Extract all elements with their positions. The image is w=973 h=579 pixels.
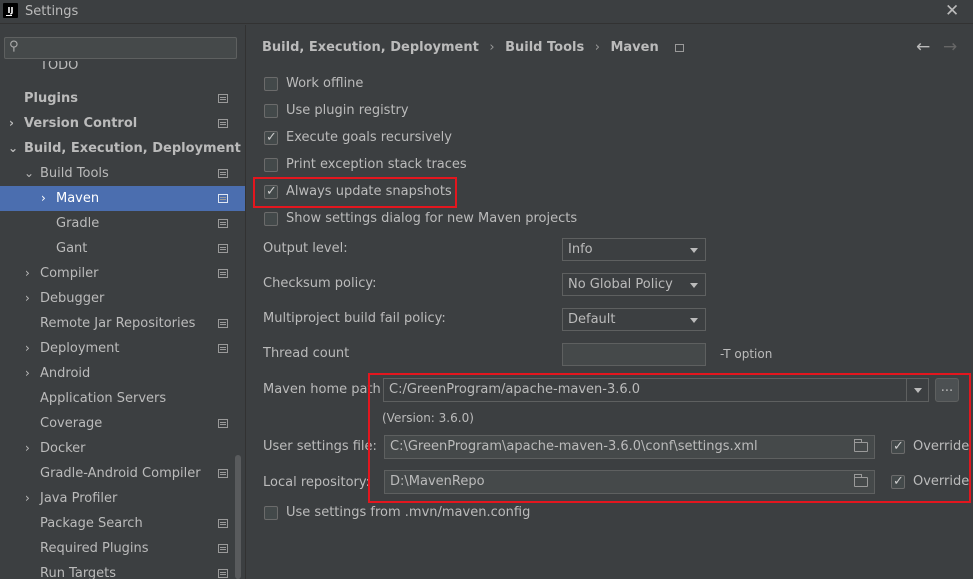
sidebar-item-compiler[interactable]: › Compiler — [0, 261, 245, 286]
expand-arrow-icon[interactable]: › — [25, 486, 30, 511]
sidebar-item-todo[interactable]: TODO — [0, 61, 245, 75]
folder-icon[interactable] — [854, 439, 868, 452]
project-settings-icon — [675, 43, 685, 52]
output-level-label: Output level: — [263, 241, 348, 256]
output-level-dropdown[interactable]: Info — [562, 238, 706, 261]
sidebar-item-build-execution-deployment[interactable]: ⌄ Build, Execution, Deployment — [0, 136, 245, 161]
collapse-arrow-icon[interactable]: ⌄ — [24, 161, 34, 186]
sidebar-item-application-servers[interactable]: Application Servers — [0, 386, 245, 411]
project-settings-icon — [218, 469, 228, 478]
show-settings-dialog-checkbox[interactable] — [264, 212, 278, 226]
project-settings-icon — [218, 194, 228, 203]
sidebar-item-docker[interactable]: › Docker — [0, 436, 245, 461]
chevron-down-icon — [690, 318, 698, 323]
sidebar-item-coverage[interactable]: Coverage — [0, 411, 245, 436]
sidebar-scrollbar[interactable] — [235, 455, 241, 579]
fail-policy-label: Multiproject build fail policy: — [263, 311, 446, 326]
sidebar-item-gradle[interactable]: Gradle — [0, 211, 245, 236]
intellij-app-icon: IJ — [3, 3, 18, 18]
user-settings-file-label: User settings file: — [263, 439, 377, 454]
thread-count-input[interactable] — [562, 343, 706, 366]
sidebar-item-build-tools[interactable]: ⌄ Build Tools — [0, 161, 245, 186]
maven-settings-panel: Build, Execution, Deployment › Build Too… — [245, 25, 973, 579]
sidebar-item-debugger[interactable]: › Debugger — [0, 286, 245, 311]
mvn-config-checkbox[interactable] — [264, 506, 278, 520]
project-settings-icon — [218, 244, 228, 253]
project-settings-icon — [218, 94, 228, 103]
thread-count-label: Thread count — [263, 346, 350, 361]
expand-arrow-icon[interactable]: › — [25, 261, 30, 286]
breadcrumb: Build, Execution, Deployment › Build Too… — [262, 40, 690, 58]
user-settings-override-checkbox[interactable] — [891, 437, 905, 457]
project-settings-icon — [218, 319, 228, 328]
maven-home-browse-button[interactable]: ... — [935, 378, 959, 402]
thread-count-hint: -T option — [720, 347, 773, 361]
sidebar-item-version-control[interactable]: › Version Control — [0, 111, 245, 136]
expand-arrow-icon[interactable]: › — [25, 286, 30, 311]
back-arrow-icon[interactable]: ← — [916, 37, 930, 57]
sidebar-item-gradle-android-compiler[interactable]: Gradle-Android Compiler — [0, 461, 245, 486]
sidebar-item-run-targets[interactable]: Run Targets — [0, 561, 245, 579]
local-repository-input[interactable]: D:\MavenRepo — [384, 470, 875, 494]
folder-icon[interactable] — [854, 474, 868, 487]
local-repository-override-checkbox[interactable] — [891, 472, 905, 492]
project-settings-icon — [218, 269, 228, 278]
project-settings-icon — [218, 344, 228, 353]
user-settings-file-input[interactable]: C:\GreenProgram\apache-maven-3.6.0\conf\… — [384, 435, 875, 459]
use-plugin-registry-checkbox[interactable] — [264, 104, 278, 118]
project-settings-icon — [218, 419, 228, 428]
project-settings-icon — [218, 219, 228, 228]
execute-goals-recursively-checkbox[interactable] — [264, 128, 278, 148]
sidebar-item-android[interactable]: › Android — [0, 361, 245, 386]
local-repository-label: Local repository: — [263, 475, 370, 490]
project-settings-icon — [218, 519, 228, 528]
sidebar-item-remote-jar-repositories[interactable]: Remote Jar Repositories — [0, 311, 245, 336]
collapse-arrow-icon[interactable]: ⌄ — [8, 136, 18, 161]
checksum-policy-dropdown[interactable]: No Global Policy — [562, 273, 706, 296]
search-icon: ⚲ — [9, 39, 19, 54]
expand-arrow-icon[interactable]: › — [25, 361, 30, 386]
maven-home-path-label: Maven home path — [263, 382, 381, 397]
sidebar-item-gant[interactable]: Gant — [0, 236, 245, 261]
forward-arrow-icon[interactable]: → — [943, 37, 957, 57]
expand-arrow-icon[interactable]: › — [9, 111, 14, 136]
chevron-down-icon — [690, 283, 698, 288]
sidebar-item-required-plugins[interactable]: Required Plugins — [0, 536, 245, 561]
print-exception-stack-traces-checkbox[interactable] — [264, 158, 278, 172]
sidebar-item-deployment[interactable]: › Deployment — [0, 336, 245, 361]
work-offline-checkbox[interactable] — [264, 77, 278, 91]
expand-arrow-icon[interactable]: › — [41, 186, 46, 211]
settings-search-input[interactable]: ⚲ — [4, 37, 237, 59]
close-icon[interactable]: ✕ — [945, 1, 959, 21]
always-update-snapshots-checkbox[interactable] — [264, 182, 278, 202]
breadcrumb-separator: › — [594, 40, 600, 55]
breadcrumb-separator: › — [489, 40, 495, 55]
settings-sidebar: ⚲ TODO Plugins › Version Control ⌄ Build… — [0, 25, 245, 579]
title-bar: IJ Settings ✕ — [0, 0, 973, 24]
project-settings-icon — [218, 569, 228, 578]
project-settings-icon — [218, 169, 228, 178]
project-settings-icon — [218, 119, 228, 128]
sidebar-item-plugins[interactable]: Plugins — [0, 86, 245, 111]
checksum-policy-label: Checksum policy: — [263, 276, 377, 291]
window-title: Settings — [25, 4, 79, 19]
breadcrumb-item: Build Tools — [505, 40, 585, 55]
sidebar-item-java-profiler[interactable]: › Java Profiler — [0, 486, 245, 511]
chevron-down-icon — [914, 388, 922, 393]
expand-arrow-icon[interactable]: › — [25, 436, 30, 461]
breadcrumb-item: Build, Execution, Deployment — [262, 40, 479, 55]
maven-home-path-combobox[interactable]: C:/GreenProgram/apache-maven-3.6.0 — [383, 378, 929, 402]
sidebar-item-package-search[interactable]: Package Search — [0, 511, 245, 536]
fail-policy-dropdown[interactable]: Default — [562, 308, 706, 331]
expand-arrow-icon[interactable]: › — [25, 336, 30, 361]
breadcrumb-item: Maven — [610, 40, 659, 55]
maven-version-label: (Version: 3.6.0) — [382, 411, 474, 425]
project-settings-icon — [218, 544, 228, 553]
chevron-down-icon — [690, 248, 698, 253]
sidebar-item-maven[interactable]: › Maven — [0, 186, 245, 211]
